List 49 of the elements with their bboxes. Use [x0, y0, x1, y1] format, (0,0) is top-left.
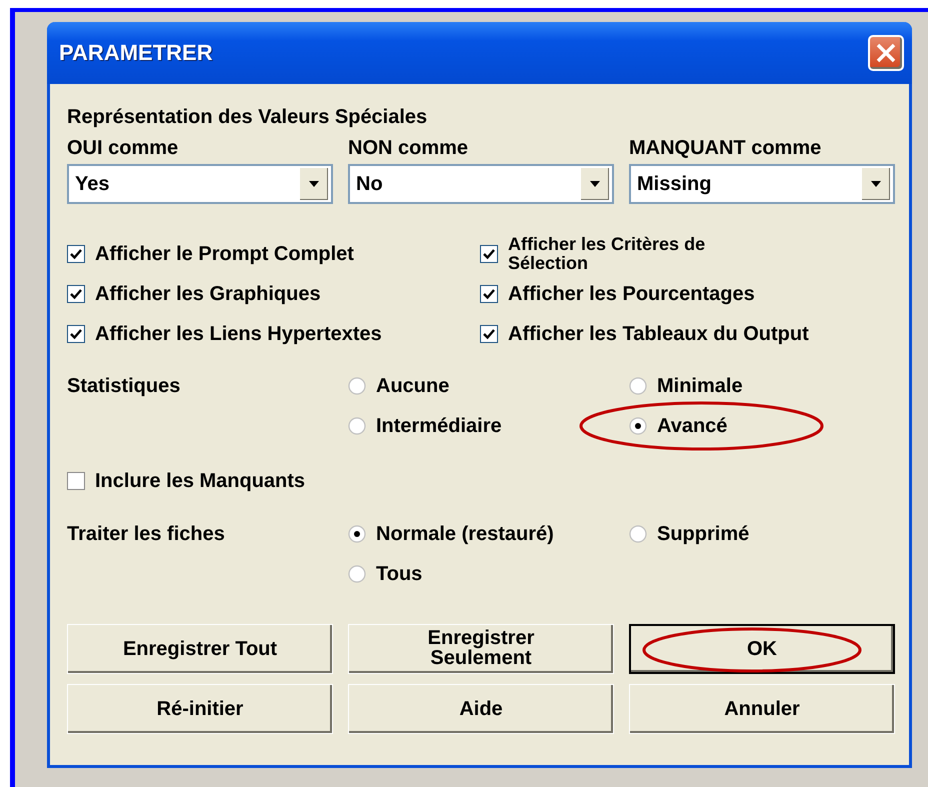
radio-button[interactable]: [348, 525, 366, 543]
checkbox-label: Afficher les Liens Hypertextes: [95, 322, 382, 346]
close-icon: [875, 42, 897, 64]
dialog-button[interactable]: Ré-initier: [67, 684, 333, 734]
checkbox[interactable]: [480, 285, 498, 303]
checkbox[interactable]: [67, 285, 85, 303]
radio-button[interactable]: [348, 417, 366, 435]
checkbox-label: Afficher les Graphiques: [95, 282, 321, 306]
radio-label: Supprimé: [657, 522, 750, 546]
dialog-button[interactable]: Annuler: [629, 684, 895, 734]
checkbox[interactable]: [67, 245, 85, 263]
checkbox-label: Afficher les Pourcentages: [508, 282, 755, 306]
dropdown[interactable]: Missing: [629, 164, 895, 204]
window-title: PARAMETRER: [59, 40, 213, 66]
dropdown-arrow-icon: [870, 180, 882, 188]
close-button[interactable]: [868, 35, 904, 71]
checkbox-label: Inclure les Manquants: [95, 470, 306, 492]
dropdown-label: NON comme: [348, 137, 470, 160]
section-title: Représentation des Valeurs Spéciales: [67, 106, 428, 129]
dropdown-arrow-icon: [589, 180, 601, 188]
checkbox[interactable]: [480, 245, 498, 263]
radio-label: Aucune: [376, 374, 450, 398]
group-label: Traiter les fiches: [67, 522, 226, 546]
radio-button[interactable]: [348, 565, 366, 583]
dialog-button[interactable]: OK: [629, 624, 895, 674]
radio-label: Tous: [376, 562, 422, 586]
checkbox-label: Afficher les Critères de Sélection: [508, 235, 706, 273]
checkbox-label: Afficher le Prompt Complet: [95, 242, 354, 266]
radio-label: Minimale: [657, 374, 743, 398]
group-label: Statistiques: [67, 374, 182, 398]
radio-label: Normale (restauré): [376, 522, 554, 546]
dialog-button[interactable]: Enregistrer Seulement: [348, 624, 614, 674]
checkbox[interactable]: [67, 472, 85, 490]
checkbox-label: Afficher les Tableaux du Output: [508, 322, 809, 346]
radio-button[interactable]: [629, 525, 647, 543]
dialog-button[interactable]: Enregistrer Tout: [67, 624, 333, 674]
radio-label: Intermédiaire: [376, 414, 502, 438]
radio-button[interactable]: [629, 377, 647, 395]
dropdown[interactable]: Yes: [67, 164, 333, 204]
radio-button[interactable]: [629, 417, 647, 435]
dropdown-label: MANQUANT comme: [629, 137, 822, 160]
radio-label: Avancé: [657, 414, 728, 438]
dropdown[interactable]: No: [348, 164, 614, 204]
radio-button[interactable]: [348, 377, 366, 395]
dialog-button[interactable]: Aide: [348, 684, 614, 734]
checkbox[interactable]: [67, 325, 85, 343]
checkbox[interactable]: [480, 325, 498, 343]
dropdown-label: OUI comme: [67, 137, 180, 160]
dropdown-arrow-icon: [308, 180, 320, 188]
